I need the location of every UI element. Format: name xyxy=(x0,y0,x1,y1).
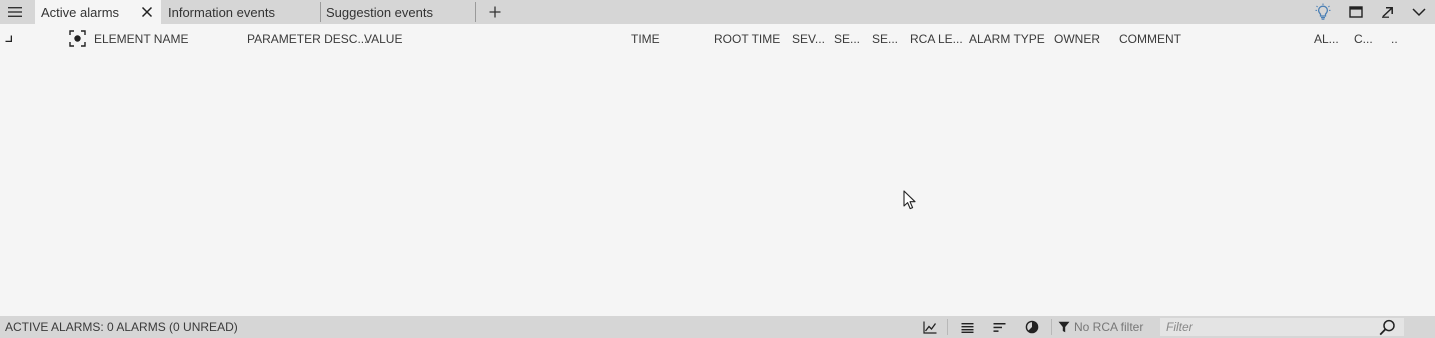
divider xyxy=(947,319,948,335)
list-view-icon[interactable] xyxy=(957,318,977,336)
column-element-name[interactable]: ELEMENT NAME xyxy=(94,32,188,46)
window-icon[interactable] xyxy=(1345,2,1367,22)
tab-label: Suggestion events xyxy=(326,4,433,20)
mouse-cursor-icon xyxy=(903,190,916,210)
status-bar: ACTIVE ALARMS: 0 ALARMS (0 UNREAD) No RC… xyxy=(0,316,1435,338)
tab-label: Active alarms xyxy=(41,4,120,20)
corner-resize-icon[interactable] xyxy=(5,35,12,42)
column-root-time[interactable]: ROOT TIME xyxy=(714,32,780,46)
sort-icon[interactable] xyxy=(989,318,1009,336)
tab-active-alarms[interactable]: Active alarms xyxy=(35,0,161,24)
search-icon[interactable] xyxy=(1379,319,1396,336)
rca-filter-button[interactable]: No RCA filter xyxy=(1058,318,1143,336)
plus-icon xyxy=(489,6,501,18)
column-alarm-type[interactable]: ALARM TYPE xyxy=(969,32,1045,46)
chevron-down-icon[interactable] xyxy=(1408,2,1430,22)
column-value[interactable]: VALUE xyxy=(364,32,402,46)
lightbulb-icon[interactable] xyxy=(1312,2,1334,22)
column-parameter-description[interactable]: PARAMETER DESC... xyxy=(247,32,367,46)
column-c[interactable]: C... xyxy=(1354,32,1373,46)
detach-icon[interactable] xyxy=(1377,2,1399,22)
alarm-summary: ACTIVE ALARMS: 0 ALARMS (0 UNREAD) xyxy=(5,320,238,334)
menu-icon[interactable] xyxy=(0,0,29,24)
tab-bar: Active alarms Information events Suggest… xyxy=(0,0,1435,24)
divider xyxy=(1051,319,1052,335)
funnel-icon xyxy=(1058,321,1070,333)
rca-filter-label: No RCA filter xyxy=(1074,320,1144,334)
column-severity[interactable]: SEV... xyxy=(792,32,825,46)
column-time[interactable]: TIME xyxy=(631,32,660,46)
add-tab-button[interactable] xyxy=(486,2,504,22)
column-owner[interactable]: OWNER xyxy=(1054,32,1100,46)
column-comment[interactable]: COMMENT xyxy=(1119,32,1181,46)
column-rca-level[interactable]: RCA LE... xyxy=(910,32,963,46)
tab-suggestion-events[interactable]: Suggestion events xyxy=(320,0,475,24)
tab-information-events[interactable]: Information events xyxy=(162,0,320,24)
column-se-1[interactable]: SE... xyxy=(834,32,860,46)
column-more[interactable]: .. xyxy=(1391,32,1398,46)
column-header-row: ELEMENT NAME PARAMETER DESC... VALUE TIM… xyxy=(0,26,1435,50)
tab-divider xyxy=(475,2,476,22)
column-se-2[interactable]: SE... xyxy=(872,32,898,46)
focus-icon[interactable] xyxy=(69,30,86,47)
pie-chart-icon[interactable] xyxy=(1022,318,1042,336)
tab-label: Information events xyxy=(168,4,275,20)
filter-field xyxy=(1160,318,1404,336)
trend-chart-icon[interactable] xyxy=(920,318,940,336)
filter-input[interactable] xyxy=(1160,318,1375,336)
column-al[interactable]: AL... xyxy=(1314,32,1339,46)
alarm-list[interactable] xyxy=(0,50,1435,316)
close-icon[interactable] xyxy=(139,4,155,20)
